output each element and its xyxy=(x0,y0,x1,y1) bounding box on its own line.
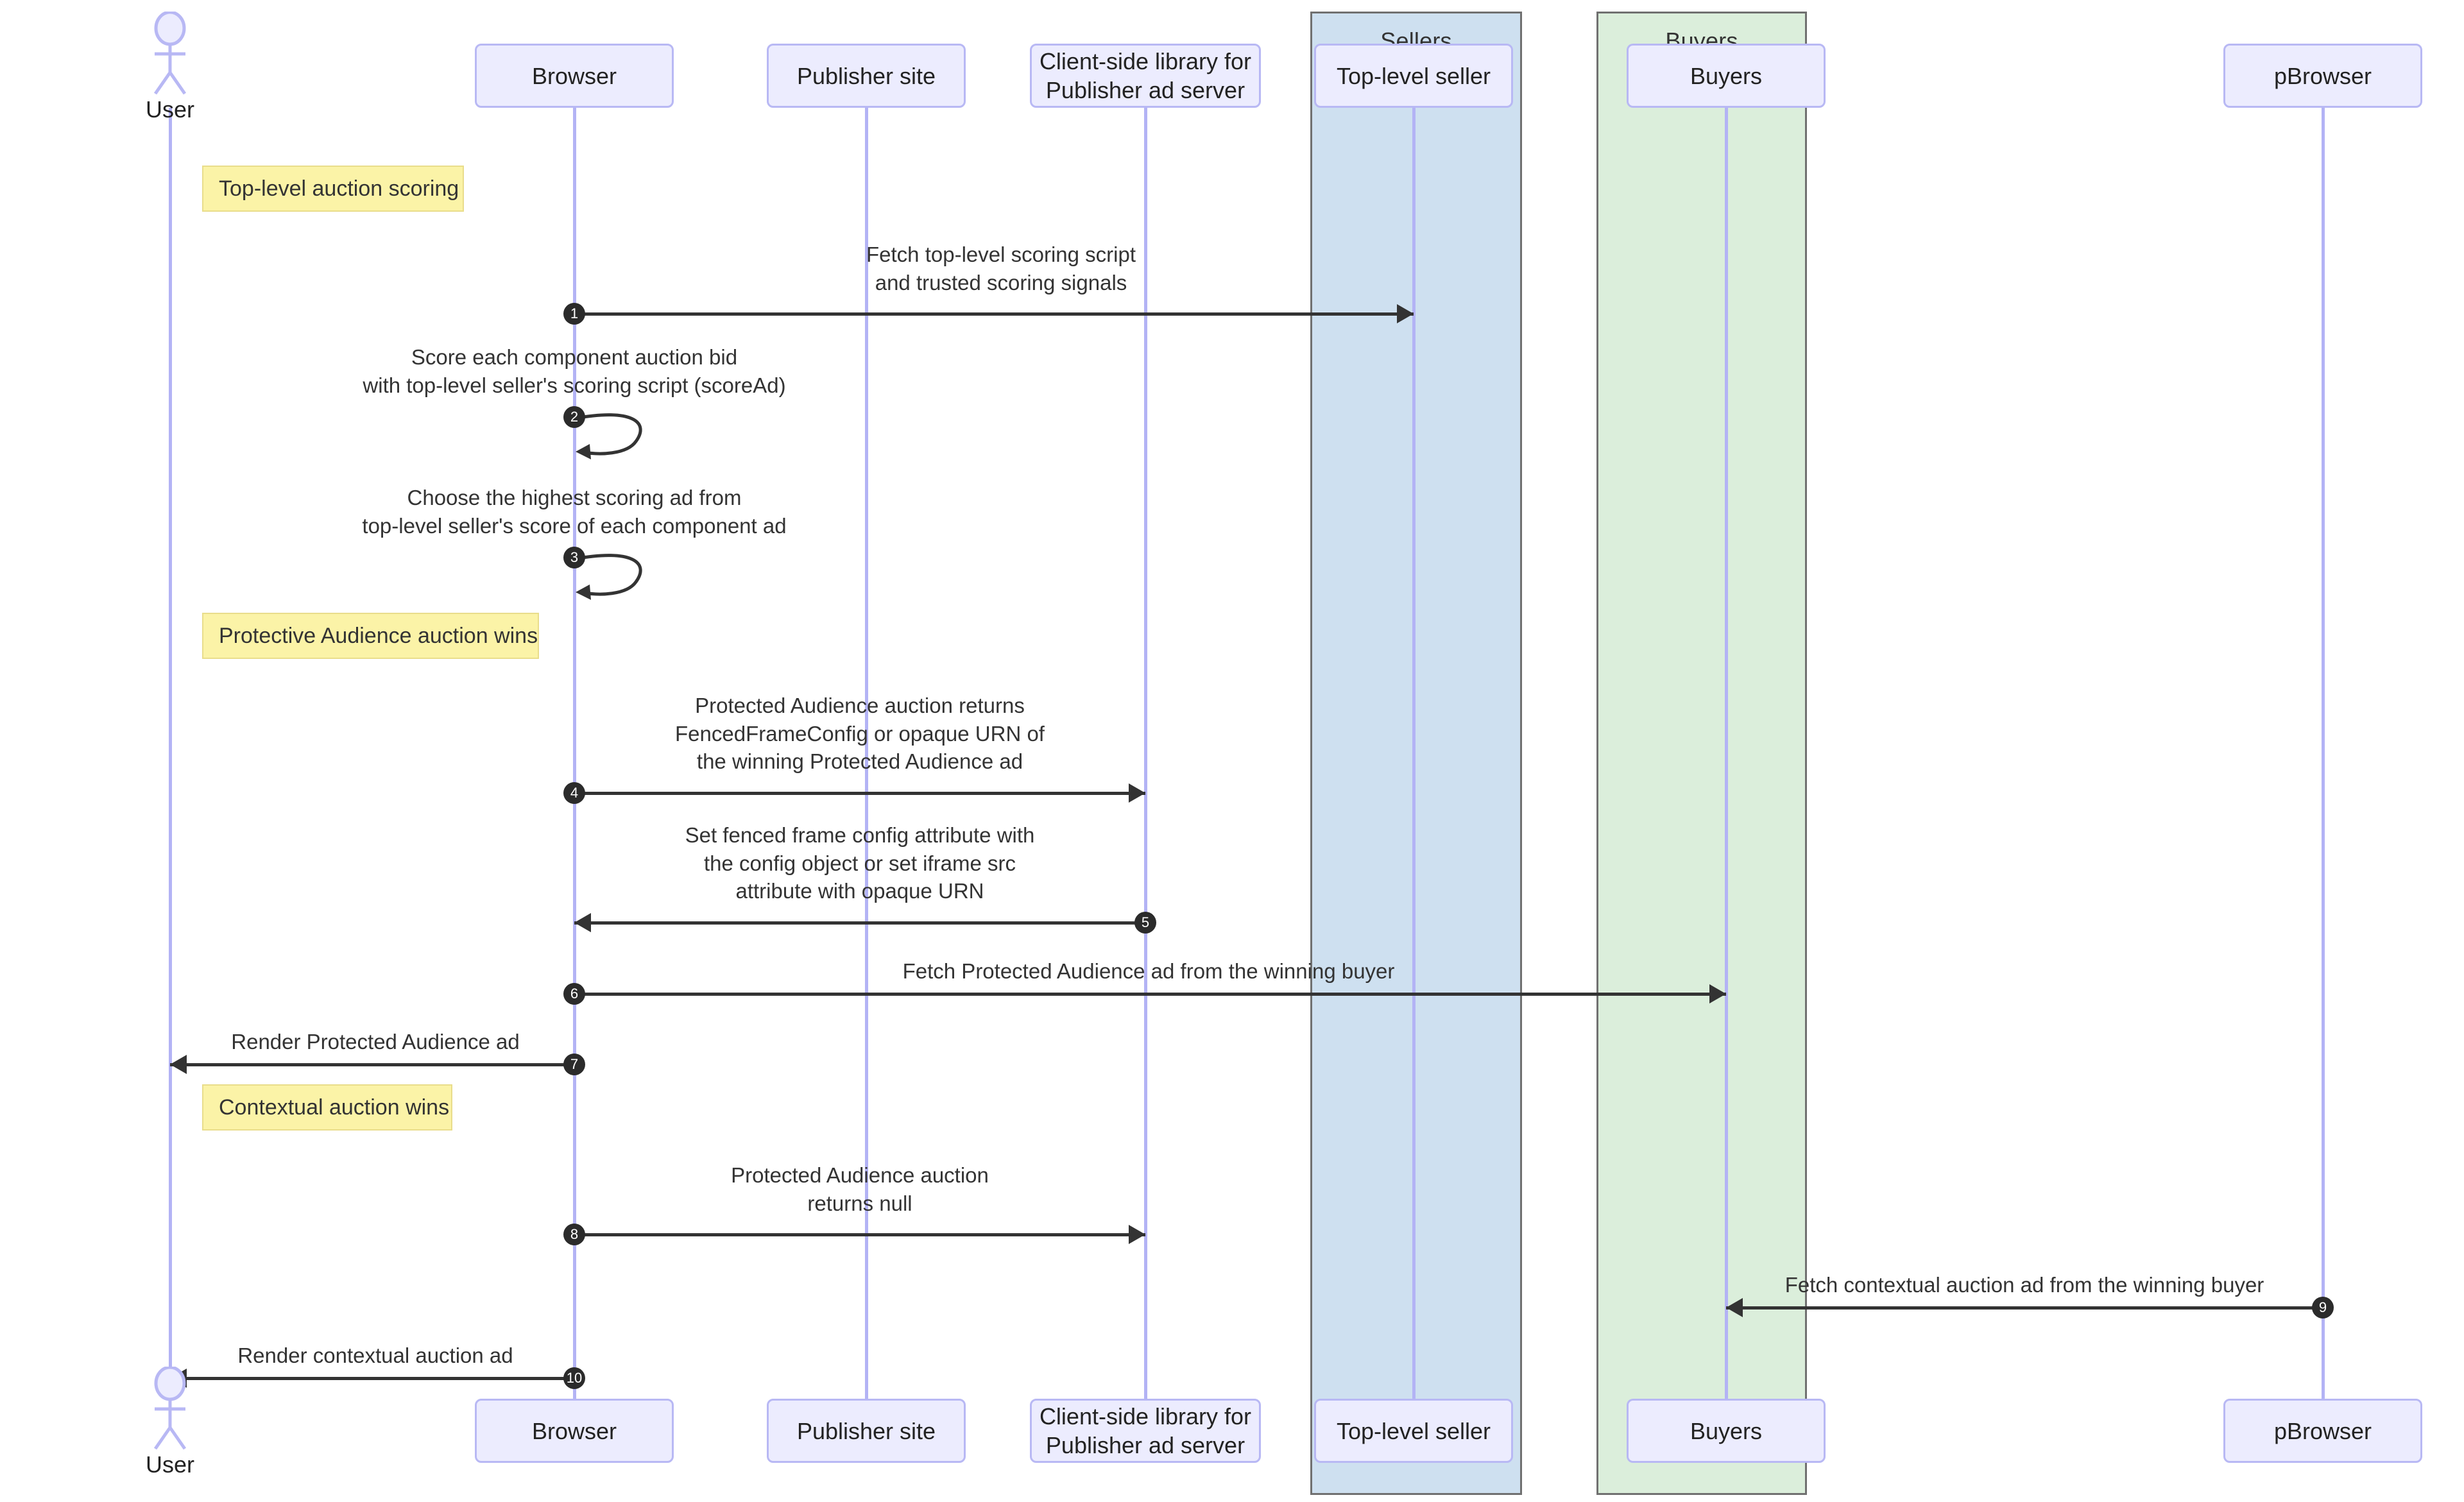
participant-tlseller-bottom[interactable]: Top-level seller xyxy=(1314,1399,1513,1463)
participant-buyers-top[interactable]: Buyers xyxy=(1627,44,1826,108)
message-label-3: Choose the highest scoring ad from top-l… xyxy=(362,486,787,538)
participant-label-tlseller-top: Top-level seller xyxy=(1336,62,1491,89)
note-1: Top-level auction scoring xyxy=(202,166,464,212)
participant-label-pubsite-bottom: Publisher site xyxy=(796,1417,936,1444)
message-arrowhead-5 xyxy=(574,913,591,932)
message-line-6 xyxy=(574,993,1726,996)
message-line-5 xyxy=(574,921,1145,925)
participant-tlseller-top[interactable]: Top-level seller xyxy=(1314,44,1513,108)
message-label-4: Protected Audience auction returns Fence… xyxy=(675,694,1045,774)
message-label-7: Render Protected Audience ad xyxy=(231,1030,520,1054)
group-box-sellers: Sellers xyxy=(1310,12,1522,1495)
participant-pubsite-bottom[interactable]: Publisher site xyxy=(767,1399,966,1463)
message-arrowhead-7 xyxy=(170,1055,187,1074)
participant-label-tlseller-bottom: Top-level seller xyxy=(1336,1417,1491,1444)
participant-label-pbrowser-bottom: pBrowser xyxy=(2273,1417,2372,1444)
participant-clientlib-bottom[interactable]: Client-side library for Publisher ad ser… xyxy=(1030,1399,1261,1463)
message-label-1: Fetch top-level scoring script and trust… xyxy=(866,243,1136,294)
participant-label-clientlib-top: Client-side library for Publisher ad ser… xyxy=(1039,48,1252,103)
lifeline-tlseller xyxy=(1412,108,1416,1399)
message-arrowhead-1 xyxy=(1397,304,1414,323)
message-number-6: 6 xyxy=(563,983,585,1005)
group-box-buyers: Buyers xyxy=(1596,12,1807,1495)
participant-label-browser-top: Browser xyxy=(531,62,617,89)
participant-browser-bottom[interactable]: Browser xyxy=(475,1399,674,1463)
message-label-10: Render contextual auction ad xyxy=(237,1344,513,1367)
lifeline-clientlib xyxy=(1144,108,1147,1399)
message-number-1: 1 xyxy=(563,303,585,325)
actor-icon xyxy=(153,10,187,95)
sequence-diagram-canvas: Sellers Buyers Fetch top-level scoring sc… xyxy=(0,0,2464,1502)
message-line-10 xyxy=(170,1377,574,1380)
note-2: Protective Audience auction wins xyxy=(202,613,539,659)
message-line-7 xyxy=(170,1063,574,1066)
self-message-arrow-3 xyxy=(574,551,658,612)
lifeline-pbrowser xyxy=(2322,108,2325,1399)
message-number-4: 4 xyxy=(563,782,585,804)
note-text-1: Top-level auction scoring xyxy=(219,176,459,201)
message-label-8: Protected Audience auction returns null xyxy=(731,1163,989,1215)
message-number-9: 9 xyxy=(2312,1297,2334,1319)
participant-browser-top[interactable]: Browser xyxy=(475,44,674,108)
actor-label-user-bottom: User xyxy=(145,1451,195,1478)
participant-pbrowser-top[interactable]: pBrowser xyxy=(2223,44,2422,108)
message-arrowhead-6 xyxy=(1709,984,1726,1003)
actor-figure-user-top[interactable]: User xyxy=(145,10,195,124)
participant-label-clientlib-bottom: Client-side library for Publisher ad ser… xyxy=(1039,1403,1252,1458)
message-label-2: Score each component auction bid with to… xyxy=(363,345,786,397)
participant-pubsite-top[interactable]: Publisher site xyxy=(767,44,966,108)
actor-label-user-top: User xyxy=(145,96,195,123)
participant-clientlib-top[interactable]: Client-side library for Publisher ad ser… xyxy=(1030,44,1261,108)
message-number-5: 5 xyxy=(1134,912,1156,934)
message-number-7: 7 xyxy=(563,1054,585,1075)
message-label-5: Set fenced frame config attribute with t… xyxy=(685,823,1035,903)
note-text-2: Protective Audience auction wins xyxy=(219,623,538,648)
message-arrowhead-8 xyxy=(1129,1225,1145,1244)
message-number-10: 10 xyxy=(563,1367,585,1389)
message-label-9: Fetch contextual auction ad from the win… xyxy=(1784,1273,2264,1297)
note-3: Contextual auction wins xyxy=(202,1084,452,1131)
message-number-3: 3 xyxy=(563,547,585,568)
lifeline-buyers xyxy=(1725,108,1728,1399)
participant-pbrowser-bottom[interactable]: pBrowser xyxy=(2223,1399,2422,1463)
message-arrowhead-4 xyxy=(1129,783,1145,803)
note-text-3: Contextual auction wins xyxy=(219,1095,450,1120)
message-label-6: Fetch Protected Audience ad from the win… xyxy=(902,959,1395,983)
message-line-1 xyxy=(574,312,1414,316)
self-message-arrow-2 xyxy=(574,411,658,472)
message-number-8: 8 xyxy=(563,1224,585,1245)
participant-label-buyers-top: Buyers xyxy=(1690,62,1763,89)
message-line-8 xyxy=(574,1233,1145,1236)
message-number-2: 2 xyxy=(563,406,585,428)
participant-label-pbrowser-top: pBrowser xyxy=(2273,62,2372,89)
participant-label-pubsite-top: Publisher site xyxy=(796,62,936,89)
actor-figure-user-bottom[interactable]: User xyxy=(145,1365,195,1480)
message-line-9 xyxy=(1726,1306,2323,1310)
participant-label-buyers-bottom: Buyers xyxy=(1690,1417,1763,1444)
participant-label-browser-bottom: Browser xyxy=(531,1417,617,1444)
lifeline-browser xyxy=(573,108,576,1399)
participant-buyers-bottom[interactable]: Buyers xyxy=(1627,1399,1826,1463)
lifeline-user xyxy=(169,108,172,1399)
message-line-4 xyxy=(574,792,1145,795)
actor-icon xyxy=(153,1365,187,1450)
message-arrowhead-9 xyxy=(1726,1298,1743,1317)
